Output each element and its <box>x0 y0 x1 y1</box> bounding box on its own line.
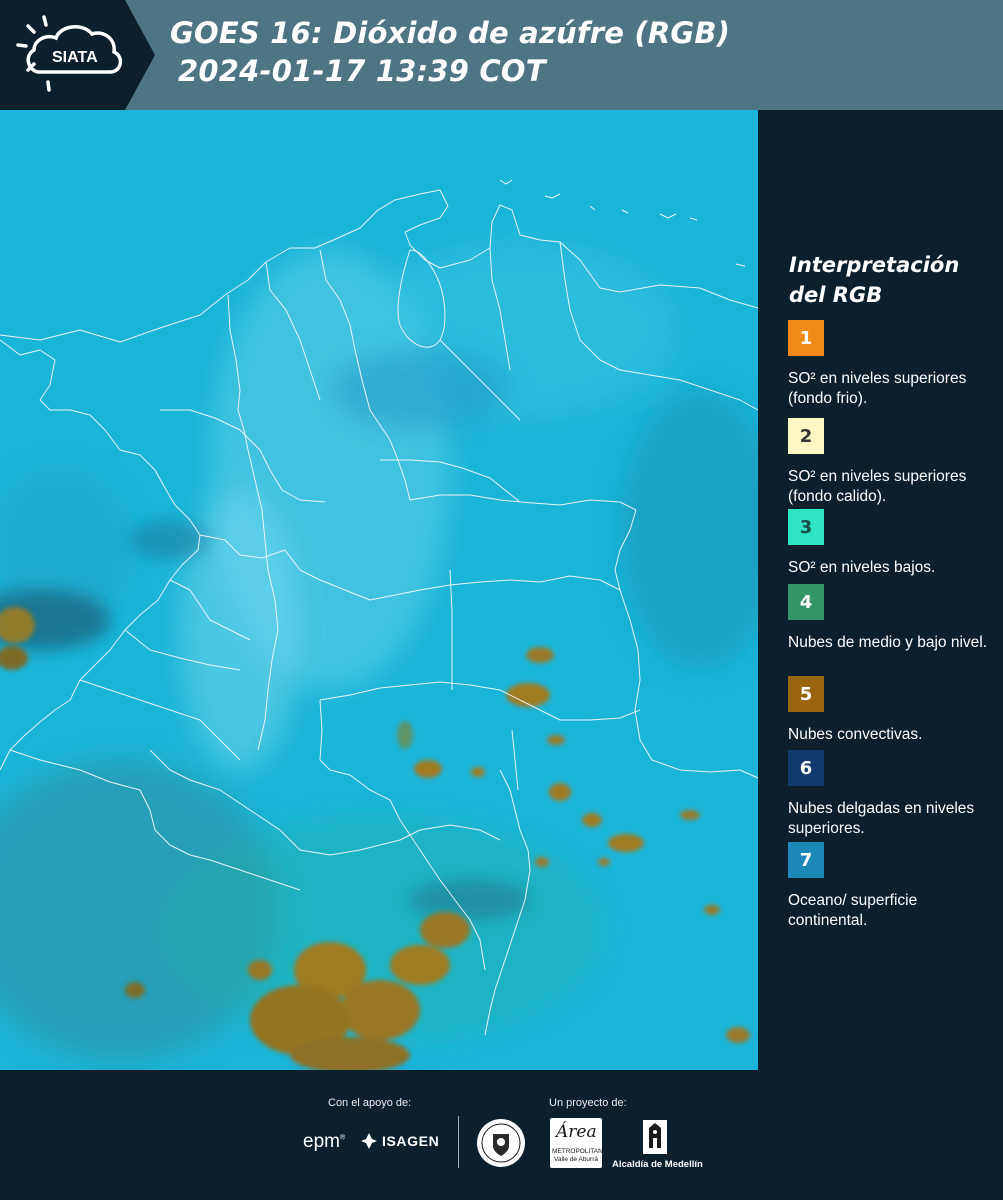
legend-label-3: SO² en niveles bajos. <box>788 559 936 576</box>
header: SIATA GOES 16: Dióxido de azúfre (RGB) 2… <box>0 0 1003 110</box>
legend-number-6: 6 <box>799 757 813 779</box>
siata-logo-text: SIATA <box>52 49 98 66</box>
legend-label-7: Oceano/ superficie continental. <box>788 892 918 929</box>
support-label: Con el apoyo de: <box>328 1097 412 1109</box>
legend-item-5: 5 Nubes convectivas. <box>788 676 988 745</box>
legend-swatch-1: 1 <box>788 320 824 356</box>
legend-item-4: 4 Nubes de medio y bajo nivel. <box>788 584 988 653</box>
footer: Con el apoyo de: Un proyecto de: epm® IS… <box>0 1070 1003 1200</box>
legend-number-5: 5 <box>799 683 813 705</box>
footer-divider <box>458 1116 459 1168</box>
legend-swatch-7: 7 <box>788 842 824 878</box>
project-label: Un proyecto de: <box>549 1097 627 1109</box>
medellin-seal-icon <box>477 1119 525 1167</box>
area-logo-subtitle: METROPOLITANA Valle de Aburrá <box>552 1148 608 1163</box>
title-line-1: GOES 16: Dióxido de azúfre (RGB) <box>170 16 731 50</box>
isagen-logo: ISAGEN <box>360 1132 439 1150</box>
legend-number-2: 2 <box>799 425 813 447</box>
epm-logo-text: epm <box>303 1131 340 1152</box>
alcaldia-building-icon <box>643 1120 667 1154</box>
page-title: GOES 16: Dióxido de azúfre (RGB) 2024-01… <box>170 14 730 90</box>
isagen-icon <box>361 1133 377 1149</box>
legend-number-3: 3 <box>799 516 813 538</box>
legend-label-1: SO² en niveles superiores (fondo frio). <box>788 370 967 407</box>
area-logo-word: Área <box>556 1122 597 1142</box>
title-line-2: 2024-01-17 13:39 COT <box>178 54 546 88</box>
legend-item-2: 2 SO² en niveles superiores (fondo calid… <box>788 418 988 507</box>
legend-label-4: Nubes de medio y bajo nivel. <box>788 634 988 651</box>
legend-number-1: 1 <box>799 327 813 349</box>
legend-item-7: 7 Oceano/ superficie continental. <box>788 842 988 931</box>
legend-label-2: SO² en niveles superiores (fondo calido)… <box>788 468 967 505</box>
legend-panel: Interpretación del RGB 1 SO² en niveles … <box>758 110 1003 1070</box>
legend-title-line-1: Interpretación <box>789 253 960 277</box>
legend-swatch-3: 3 <box>788 509 824 545</box>
legend-swatch-5: 5 <box>788 676 824 712</box>
epm-logo: epm® <box>303 1131 346 1152</box>
alcaldia-label: Alcaldía de Medellín <box>612 1159 703 1170</box>
legend-swatch-4: 4 <box>788 584 824 620</box>
legend-item-1: 1 SO² en niveles superiores (fondo frio)… <box>788 320 988 409</box>
siata-logo: SIATA <box>0 0 155 110</box>
isagen-logo-text: ISAGEN <box>382 1133 440 1149</box>
legend-number-7: 7 <box>799 849 813 871</box>
legend-swatch-6: 6 <box>788 750 824 786</box>
legend-item-6: 6 Nubes delgadas en niveles superiores. <box>788 750 988 839</box>
area-metropolitana-logo: Área METROPOLITANA Valle de Aburrá <box>550 1118 608 1168</box>
satellite-map <box>0 110 758 1070</box>
legend-label-6: Nubes delgadas en niveles superiores. <box>788 800 975 837</box>
legend-swatch-2: 2 <box>788 418 824 454</box>
legend-label-5: Nubes convectivas. <box>788 726 923 743</box>
legend-title-line-2: del RGB <box>789 283 883 307</box>
legend-title: Interpretación del RGB <box>789 250 959 310</box>
legend-number-4: 4 <box>799 591 813 613</box>
legend-item-3: 3 SO² en niveles bajos. <box>788 509 988 578</box>
